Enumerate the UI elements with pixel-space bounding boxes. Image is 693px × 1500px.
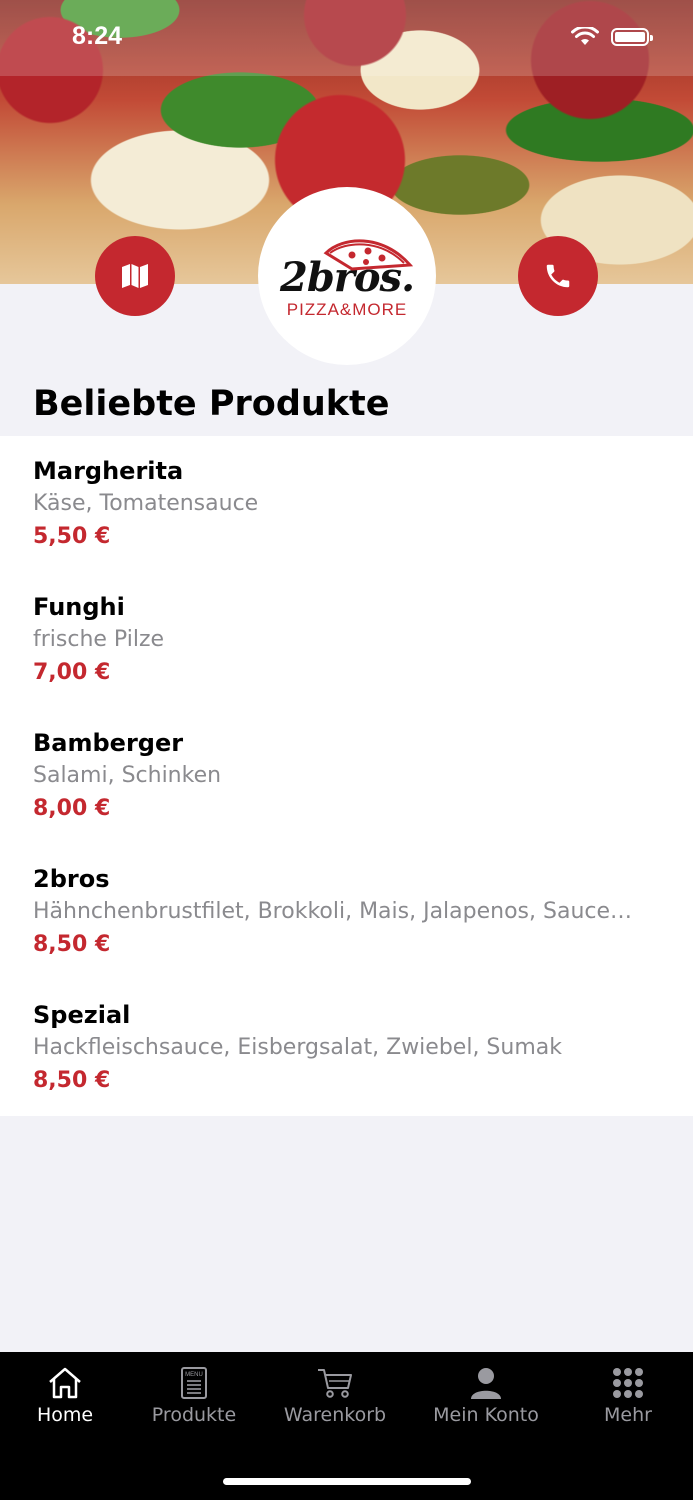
popular-products-list: Margherita Käse, Tomatensauce 5,50 € Fun… [0, 436, 693, 1116]
product-description: Salami, Schinken [33, 763, 222, 788]
tab-products[interactable]: MENU Produkte [144, 1366, 244, 1426]
product-price: 5,50 € [33, 524, 111, 549]
section-title: Beliebte Produkte [33, 384, 390, 424]
product-item-funghi[interactable]: Funghi frische Pilze 7,00 € [33, 592, 658, 688]
home-indicator [223, 1478, 471, 1485]
product-name: Bamberger [33, 729, 184, 757]
tab-more[interactable]: Mehr [592, 1366, 664, 1426]
logo-tagline: PIZZA&MORE [286, 300, 408, 319]
grid-icon [613, 1368, 643, 1398]
call-button[interactable] [518, 236, 598, 316]
tab-label: Warenkorb [283, 1404, 387, 1426]
svg-text:MENU: MENU [185, 1372, 203, 1378]
home-icon [49, 1367, 81, 1399]
product-price: 8,00 € [33, 796, 111, 821]
product-name: Spezial [33, 1001, 131, 1029]
product-item-2bros[interactable]: 2bros Hähnchenbrustfilet, Brokkoli, Mais… [33, 864, 658, 960]
tab-label: Produkte [151, 1404, 237, 1426]
map-button[interactable] [95, 236, 175, 316]
status-icons [571, 27, 653, 47]
product-description: Käse, Tomatensauce [33, 491, 259, 516]
product-price: 8,50 € [33, 932, 111, 957]
product-description: Hähnchenbrustfilet, Brokkoli, Mais, Jala… [33, 899, 633, 924]
pizza-slice-icon [323, 239, 414, 271]
map-icon [122, 264, 148, 288]
product-description: frische Pilze [33, 627, 165, 652]
status-time: 8:24 [72, 22, 123, 50]
tab-account[interactable]: Mein Konto [424, 1366, 548, 1426]
tab-label: Mehr [604, 1404, 652, 1426]
product-name: 2bros [33, 865, 110, 893]
tab-cart[interactable]: Warenkorb [276, 1366, 394, 1426]
phone-icon [546, 264, 570, 288]
restaurant-logo: 2bros. PIZZA&MORE [258, 187, 436, 365]
product-price: 8,50 € [33, 1068, 111, 1093]
product-item-bamberger[interactable]: Bamberger Salami, Schinken 8,00 € [33, 728, 658, 824]
menu-card-icon: MENU [181, 1367, 207, 1399]
tab-label: Mein Konto [433, 1404, 539, 1426]
product-description: Hackfleischsauce, Eisbergsalat, Zwiebel,… [33, 1035, 562, 1060]
person-icon [471, 1368, 501, 1399]
battery-icon [611, 28, 653, 46]
tab-label: Home [36, 1404, 94, 1426]
product-item-spezial[interactable]: Spezial Hackfleischsauce, Eisbergsalat, … [33, 1000, 658, 1096]
product-item-margherita[interactable]: Margherita Käse, Tomatensauce 5,50 € [33, 456, 658, 552]
wifi-icon [571, 27, 599, 45]
cart-icon [318, 1369, 352, 1398]
product-name: Funghi [33, 593, 125, 621]
product-name: Margherita [33, 457, 184, 485]
product-price: 7,00 € [33, 660, 111, 685]
tab-home[interactable]: Home [22, 1366, 108, 1426]
